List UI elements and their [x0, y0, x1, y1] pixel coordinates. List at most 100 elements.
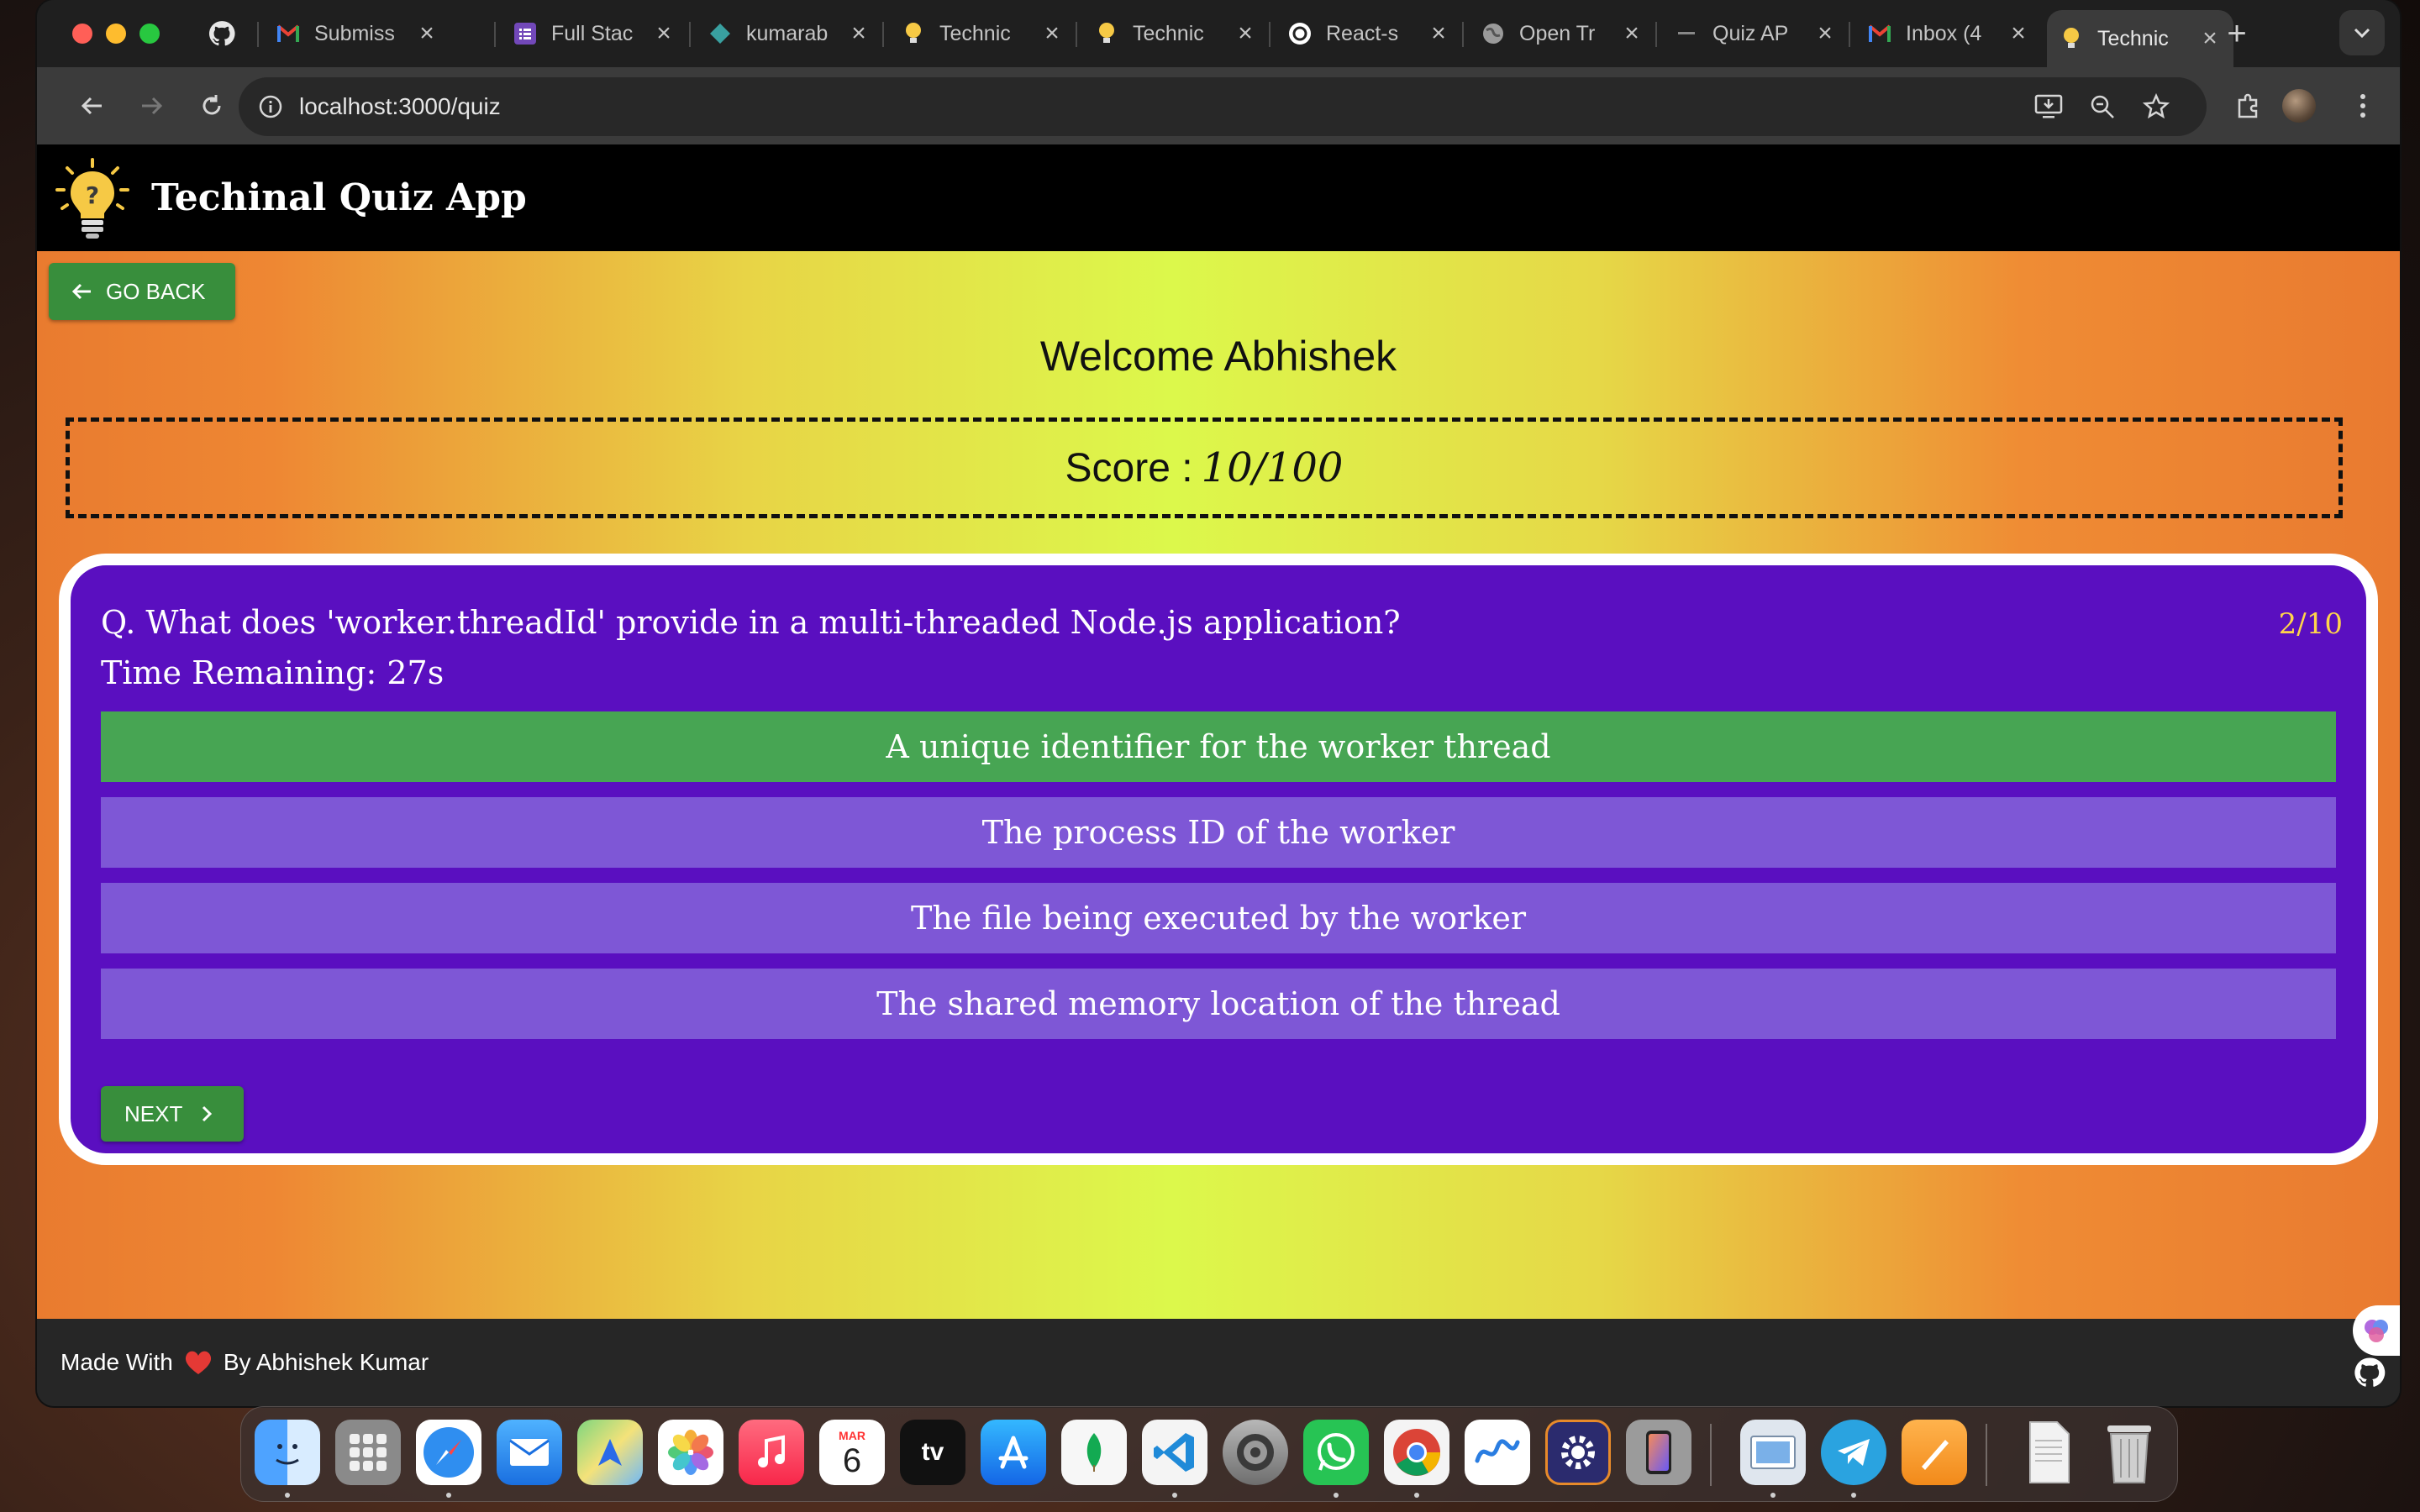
site-info-icon[interactable] — [255, 92, 286, 122]
close-tab-icon[interactable]: × — [1040, 19, 1064, 48]
close-tab-icon[interactable]: × — [847, 19, 871, 48]
chrome-icon[interactable] — [1384, 1420, 1449, 1485]
tab-quiz-api[interactable]: Quiz AP × — [1662, 10, 1849, 57]
close-tab-icon[interactable]: × — [1620, 19, 1644, 48]
tab-search-button[interactable] — [2339, 10, 2385, 55]
address-bar[interactable]: localhost:3000/quiz — [239, 77, 2207, 136]
go-back-button[interactable]: GO BACK — [49, 263, 235, 320]
github-icon — [2354, 1357, 2386, 1387]
tab-open-trivia[interactable]: Open Tr × — [1469, 10, 1655, 57]
tab-technical-active[interactable]: Technic × — [2047, 10, 2233, 67]
app-footer: Made With By Abhishek Kumar — [37, 1319, 2400, 1406]
chevron-down-icon — [2354, 28, 2370, 39]
answer-option-text: The shared memory location of the thread — [876, 985, 1560, 1022]
zoom-icon[interactable] — [2087, 92, 2118, 122]
pages-icon[interactable] — [1902, 1420, 1967, 1485]
tab-submissions[interactable]: Submiss × — [264, 10, 450, 57]
freeform-icon[interactable] — [1465, 1420, 1530, 1485]
app-store-icon[interactable] — [981, 1420, 1046, 1485]
quiz-page: GO BACK Welcome Abhishek Score : 10/100 … — [37, 251, 2400, 1319]
running-indicator — [1414, 1493, 1419, 1498]
bookmark-star-icon[interactable] — [2141, 92, 2171, 122]
apple-tv-icon[interactable]: tv — [900, 1420, 965, 1485]
back-button[interactable] — [72, 86, 113, 126]
tab-separator — [494, 22, 496, 47]
preview-icon[interactable] — [1740, 1420, 1806, 1485]
minimize-window-button[interactable] — [106, 24, 126, 44]
arrow-left-icon — [81, 97, 102, 115]
extensions-puzzle-icon[interactable] — [2228, 86, 2269, 126]
next-label: NEXT — [124, 1100, 183, 1126]
arrow-right-icon — [142, 97, 163, 115]
browser-window: Submiss × Full Stac × kumarab × Technic … — [37, 0, 2400, 1406]
tab-kumarab[interactable]: kumarab × — [696, 10, 882, 57]
close-tab-icon[interactable]: × — [415, 19, 439, 48]
launchpad-icon[interactable] — [335, 1420, 401, 1485]
answer-option-text: The file being executed by the worker — [910, 900, 1527, 937]
iphone-mirroring-icon[interactable] — [1626, 1420, 1691, 1485]
answer-option[interactable]: A unique identifier for the worker threa… — [101, 711, 2336, 782]
maps-icon[interactable] — [577, 1420, 643, 1485]
whatsapp-icon[interactable] — [1303, 1420, 1369, 1485]
answer-option[interactable]: The shared memory location of the thread — [101, 969, 2336, 1039]
tab-title: kumarab — [746, 21, 829, 45]
tab-full-stack[interactable]: Full Stac × — [501, 10, 687, 57]
calendar-icon[interactable]: MAR 6 — [819, 1420, 885, 1485]
arrow-left-icon — [67, 276, 97, 307]
photos-icon[interactable] — [658, 1420, 723, 1485]
new-tab-button[interactable]: + — [2218, 15, 2255, 52]
close-tab-icon[interactable]: × — [1234, 19, 1257, 48]
forward-button[interactable] — [131, 86, 171, 126]
globe-icon — [1481, 21, 1506, 46]
tab-technical-1[interactable]: Technic × — [889, 10, 1076, 57]
running-indicator — [1770, 1493, 1776, 1498]
safari-icon[interactable] — [416, 1420, 481, 1485]
telegram-icon[interactable] — [1821, 1420, 1886, 1485]
lightbulb-logo-icon: ? — [55, 158, 129, 239]
maximize-window-button[interactable] — [139, 24, 160, 44]
close-tab-icon[interactable]: × — [2007, 19, 2030, 48]
music-icon[interactable] — [739, 1420, 804, 1485]
page-viewport: ? Techinal Quiz App GO BACK Welcome Abhi… — [37, 144, 2400, 1406]
profile-avatar[interactable] — [2282, 89, 2316, 123]
kebab-menu-icon[interactable] — [2343, 86, 2383, 126]
reload-button[interactable] — [192, 86, 232, 126]
forms-icon — [513, 21, 538, 46]
install-app-icon[interactable] — [2033, 92, 2064, 122]
finder-icon[interactable] — [255, 1420, 320, 1485]
close-window-button[interactable] — [72, 24, 92, 44]
pinned-tab-github[interactable] — [205, 17, 239, 50]
footer-github-link[interactable] — [2351, 1354, 2388, 1391]
floating-assistant-button[interactable] — [2353, 1305, 2400, 1356]
system-settings-icon[interactable] — [1223, 1420, 1288, 1485]
tab-title: Open Tr — [1519, 21, 1596, 45]
tab-technical-2[interactable]: Technic × — [1082, 10, 1269, 57]
mail-icon[interactable] — [497, 1420, 562, 1485]
apple-tv-label: tv — [921, 1438, 944, 1466]
footer-credit: Made With By Abhishek Kumar — [60, 1319, 429, 1406]
tab-title: Technic — [1133, 21, 1204, 45]
tab-strip: Submiss × Full Stac × kumarab × Technic … — [37, 0, 2400, 67]
mongodb-compass-icon[interactable] — [1061, 1420, 1127, 1485]
browser-toolbar: localhost:3000/quiz — [37, 67, 2400, 144]
docx-document-icon[interactable] — [2016, 1420, 2081, 1485]
close-tab-icon[interactable]: × — [652, 19, 676, 48]
answer-option-text: A unique identifier for the worker threa… — [886, 728, 1551, 765]
vscode-icon[interactable] — [1142, 1420, 1207, 1485]
tab-react[interactable]: React-s × — [1276, 10, 1462, 57]
calendar-day: 6 — [842, 1442, 862, 1479]
score-value: 10/100 — [1201, 444, 1344, 491]
time-remaining: Time Remaining: 27s — [101, 654, 445, 691]
tab-inbox[interactable]: Inbox (4 × — [1855, 10, 2042, 57]
next-button[interactable]: NEXT — [101, 1086, 244, 1142]
close-tab-icon[interactable]: × — [1427, 19, 1450, 48]
running-indicator — [285, 1493, 290, 1498]
trash-icon[interactable] — [2096, 1420, 2162, 1485]
gmail-icon — [1867, 21, 1892, 46]
answer-option[interactable]: The file being executed by the worker — [101, 883, 2336, 953]
close-tab-icon[interactable]: × — [1813, 19, 1837, 48]
running-indicator — [446, 1493, 451, 1498]
automator-gear-icon[interactable] — [1545, 1420, 1611, 1485]
answer-option[interactable]: The process ID of the worker — [101, 797, 2336, 868]
bulb-icon — [1094, 21, 1119, 46]
